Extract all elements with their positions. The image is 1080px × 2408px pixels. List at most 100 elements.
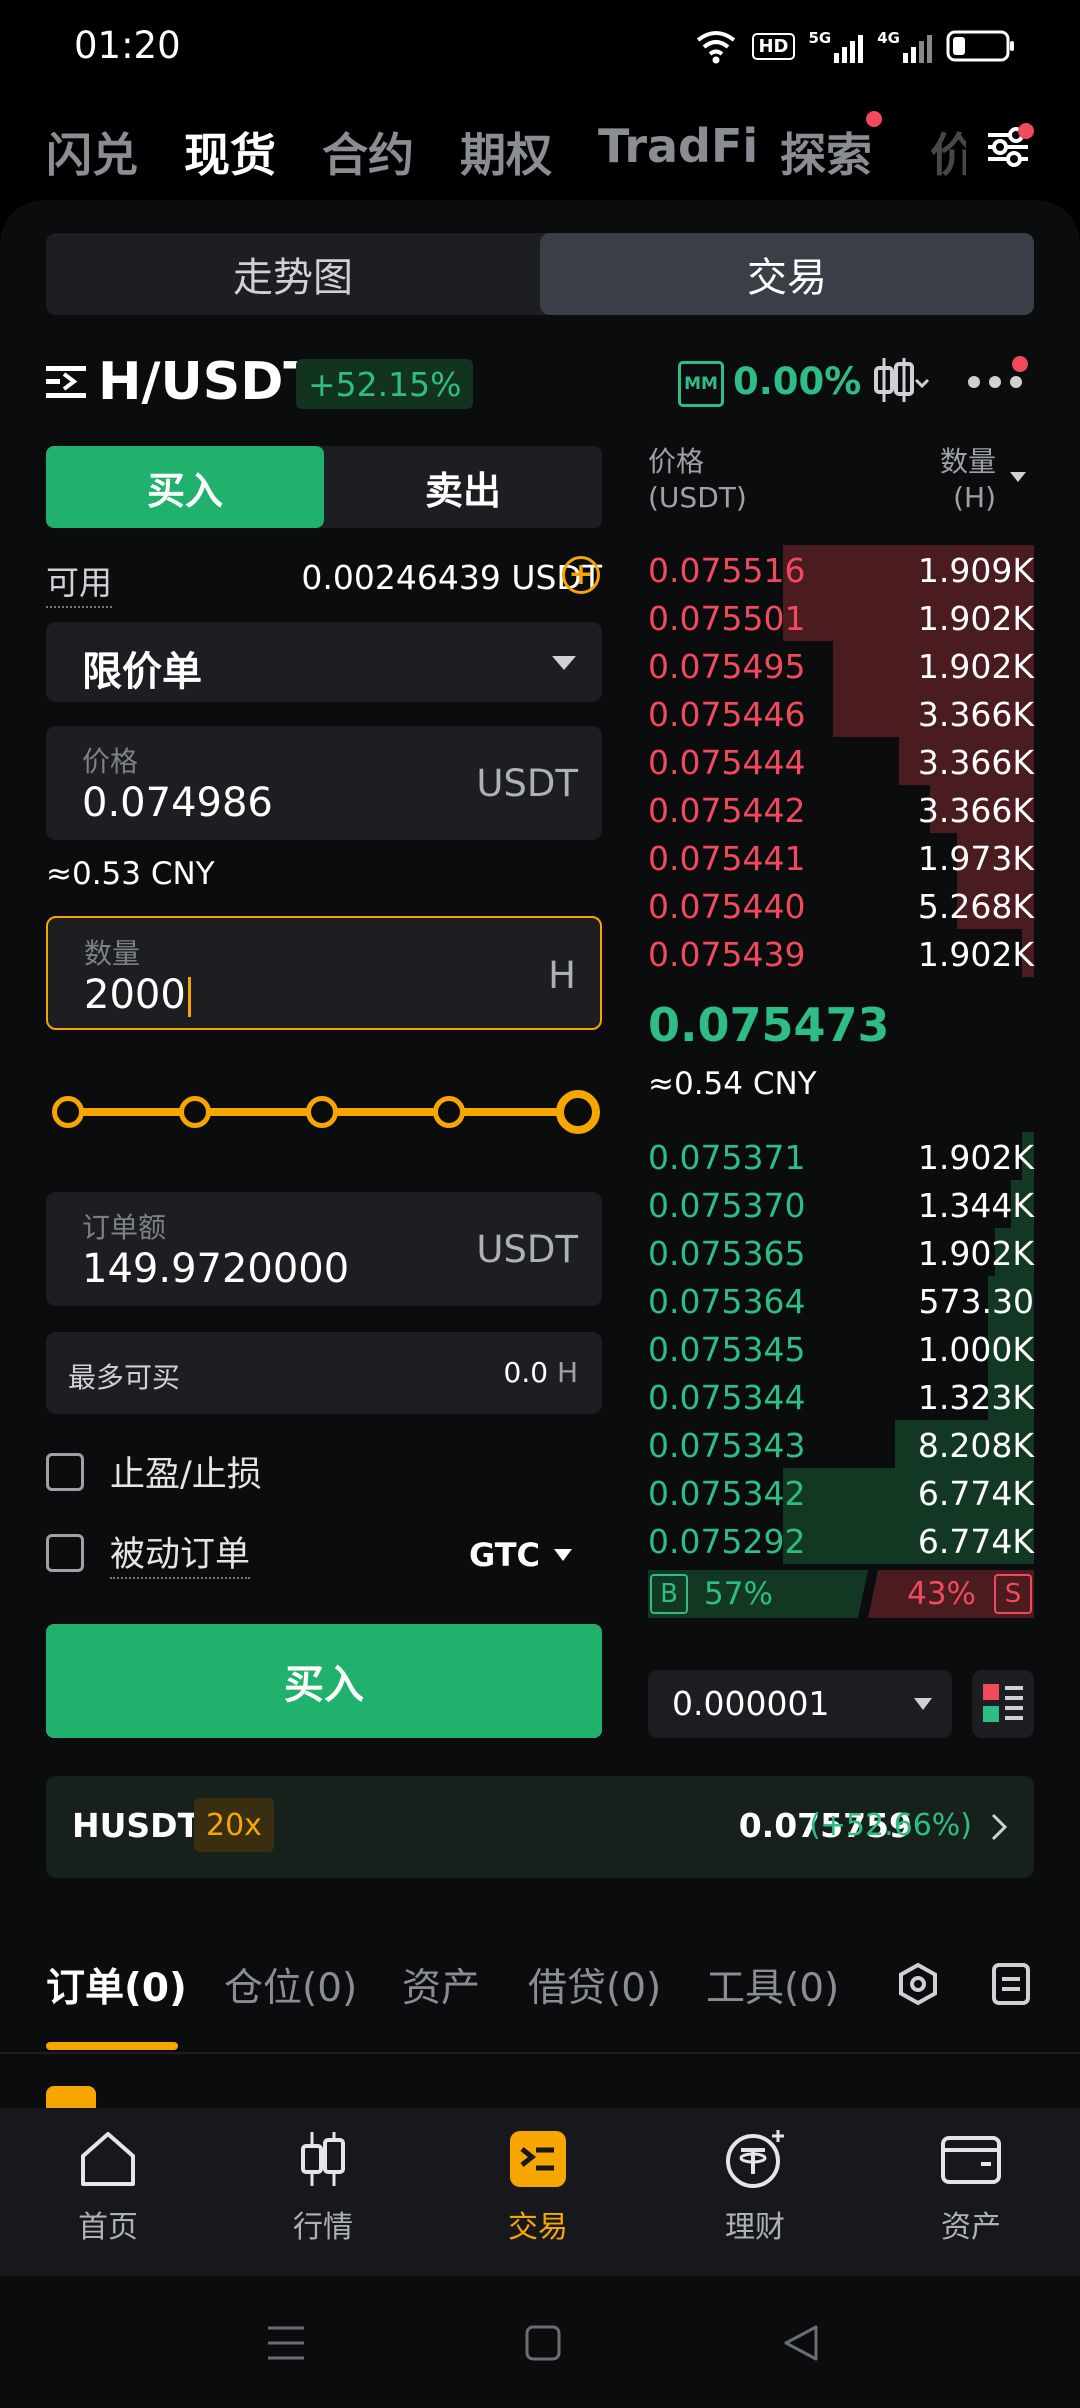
ask-qty: 1.902K — [917, 647, 1034, 686]
order-amount-input[interactable]: 订单额 149.9720000 USDT — [46, 1192, 602, 1306]
precision-value: 0.000001 — [672, 1684, 830, 1723]
buy-button[interactable]: 买入 — [46, 1624, 602, 1738]
chart-view-button[interactable]: 走势图 — [46, 233, 540, 315]
post-only-option[interactable]: 被动订单 — [46, 1526, 251, 1579]
recent-apps-icon[interactable] — [266, 2324, 306, 2362]
tab-options[interactable]: 期权 — [460, 119, 552, 185]
bid-row[interactable]: 0.075364 573.30 — [648, 1276, 1034, 1324]
bid-row[interactable]: 0.075292 6.774K — [648, 1516, 1034, 1564]
tif-chevron-down-icon — [554, 1549, 572, 1561]
tab-more-clipped[interactable]: 价 — [930, 119, 966, 185]
tab-tools[interactable]: 工具(0) — [706, 1957, 839, 2013]
mm-icon[interactable]: MM — [678, 361, 724, 407]
precision-select[interactable]: 0.000001 — [648, 1670, 952, 1738]
tpsl-checkbox[interactable] — [46, 1452, 84, 1491]
orderbook-qty-label: 数量 — [940, 445, 997, 478]
ask-row[interactable]: 0.075495 1.902K — [648, 641, 1034, 689]
bid-row[interactable]: 0.075344 1.323K — [648, 1372, 1034, 1420]
tab-orders[interactable]: 订单(0) — [46, 1957, 187, 2013]
futures-leverage-badge: 20x — [194, 1798, 274, 1852]
pair-symbol[interactable]: H/USDT — [98, 352, 319, 412]
tab-explore[interactable]: 探索 — [780, 119, 872, 185]
bid-row[interactable]: 0.075371 1.902K — [648, 1132, 1034, 1180]
order-type-label: 限价单 — [82, 649, 202, 695]
price-label: 价格 — [82, 745, 139, 778]
buy-ratio-pct: 57% — [704, 1576, 773, 1612]
add-funds-icon[interactable]: + — [562, 556, 600, 594]
max-buy-row: 最多可买 0.0 H — [46, 1332, 602, 1414]
nav-markets[interactable]: 行情 — [248, 2128, 398, 2246]
slider-stop-50[interactable] — [306, 1096, 338, 1128]
bid-price: 0.075364 — [648, 1282, 806, 1321]
back-icon[interactable] — [782, 2324, 820, 2362]
trade-view-button[interactable]: 交易 — [540, 233, 1034, 315]
nav-assets-label: 资产 — [941, 2210, 1001, 2245]
sell-tab[interactable]: 卖出 — [324, 446, 602, 528]
qty-unit-chevron-down-icon[interactable] — [1010, 472, 1026, 482]
tab-spot[interactable]: 现货 — [184, 119, 276, 185]
tab-loans[interactable]: 借贷(0) — [528, 1957, 661, 2013]
explore-notification-dot — [866, 111, 882, 127]
hexagon-settings-icon[interactable] — [896, 1962, 940, 2006]
post-only-checkbox[interactable] — [46, 1533, 84, 1572]
tab-swap[interactable]: 闪兑 — [46, 119, 138, 185]
max-buy-value-wrap: 0.0 H — [504, 1356, 579, 1389]
buy-tab[interactable]: 买入 — [46, 446, 324, 528]
candlestick-chart-icon[interactable] — [872, 354, 930, 406]
ask-row[interactable]: 0.075446 3.366K — [648, 689, 1034, 737]
nav-assets[interactable]: 资产 — [896, 2128, 1046, 2246]
slider-handle[interactable] — [556, 1090, 600, 1134]
bid-price: 0.075343 — [648, 1426, 806, 1465]
time-in-force-select[interactable]: GTC — [469, 1536, 572, 1574]
bid-qty: 6.774K — [917, 1474, 1034, 1513]
nav-trade[interactable]: 交易 — [463, 2128, 613, 2246]
amount-label: 订单额 — [82, 1211, 167, 1244]
bid-qty: 1.323K — [917, 1378, 1034, 1417]
bid-price: 0.075371 — [648, 1138, 806, 1177]
order-type-select[interactable]: 限价单 — [46, 622, 602, 702]
nav-home-label: 首页 — [78, 2210, 138, 2245]
filter-checkbox-partial[interactable] — [46, 2086, 96, 2108]
quantity-input[interactable]: 数量 2000 H — [46, 916, 602, 1030]
bid-row[interactable]: 0.075365 1.902K — [648, 1228, 1034, 1276]
hd-icon: HD — [752, 32, 795, 60]
ask-row[interactable]: 0.075444 3.366K — [648, 737, 1034, 785]
tab-assets[interactable]: 资产 — [402, 1957, 480, 2013]
wifi-icon — [697, 31, 736, 64]
bid-row[interactable]: 0.075342 6.774K — [648, 1468, 1034, 1516]
bid-qty: 573.30 — [918, 1282, 1034, 1321]
ask-row[interactable]: 0.075440 5.268K — [648, 881, 1034, 929]
bid-price: 0.075342 — [648, 1474, 806, 1513]
ask-row[interactable]: 0.075441 1.973K — [648, 833, 1034, 881]
bid-row[interactable]: 0.075370 1.344K — [648, 1180, 1034, 1228]
orderbook-qty-header[interactable]: 数量 (H) — [940, 444, 996, 516]
slider-stop-75[interactable] — [433, 1096, 465, 1128]
signal-4g-icon: 4G — [877, 29, 932, 63]
home-button-icon[interactable] — [524, 2324, 562, 2362]
price-input[interactable]: 价格 0.074986 USDT — [46, 726, 602, 840]
nav-home[interactable]: 首页 — [33, 2128, 183, 2246]
view-toggle: 走势图 交易 — [46, 233, 1034, 315]
tab-futures[interactable]: 合约 — [322, 119, 414, 185]
ask-row[interactable]: 0.075516 1.909K — [648, 545, 1034, 593]
slider-stop-25[interactable] — [179, 1096, 211, 1128]
futures-banner[interactable]: HUSDT 20x 0.075759 (+52.66%) — [46, 1776, 1034, 1878]
tab-positions[interactable]: 仓位(0) — [224, 1957, 357, 2013]
tab-tradfi[interactable]: TradFi — [598, 119, 758, 173]
more-options-icon[interactable] — [966, 372, 1024, 392]
ask-row[interactable]: 0.075439 1.902K — [648, 929, 1034, 977]
earn-tether-icon — [726, 2130, 784, 2188]
nav-earn[interactable]: 理财 — [680, 2128, 830, 2246]
slider-stop-0[interactable] — [52, 1096, 84, 1128]
bid-row[interactable]: 0.075343 8.208K — [648, 1420, 1034, 1468]
ask-row[interactable]: 0.075501 1.902K — [648, 593, 1034, 641]
tpsl-option[interactable]: 止盈/止损 — [46, 1446, 262, 1497]
mm-value: 0.00% — [733, 360, 862, 403]
ask-price: 0.075495 — [648, 647, 806, 686]
orderbook-layout-button[interactable] — [972, 1670, 1034, 1738]
order-history-icon[interactable] — [990, 1962, 1032, 2006]
bid-row[interactable]: 0.075345 1.000K — [648, 1324, 1034, 1372]
pair-menu-icon[interactable] — [46, 364, 86, 400]
quantity-slider[interactable] — [46, 1090, 602, 1134]
ask-row[interactable]: 0.075442 3.366K — [648, 785, 1034, 833]
